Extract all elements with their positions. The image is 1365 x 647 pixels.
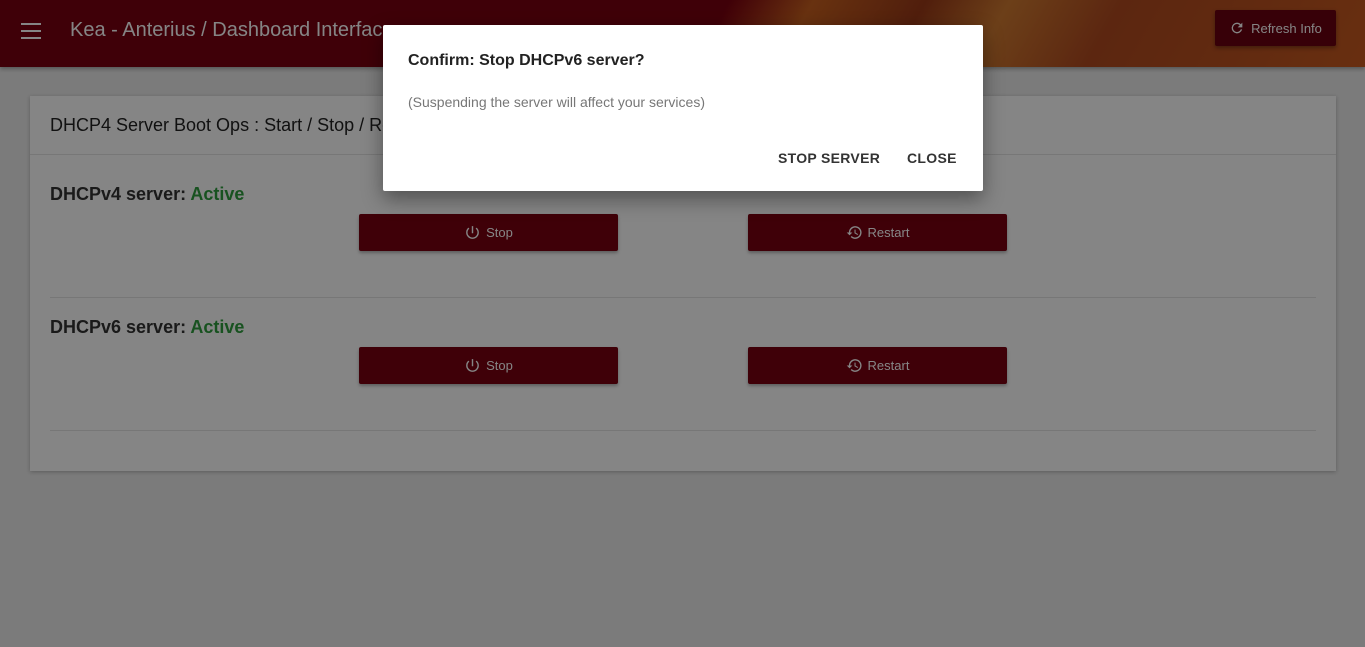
confirm-dialog: Confirm: Stop DHCPv6 server? (Suspending…: [383, 25, 983, 191]
close-button[interactable]: CLOSE: [907, 150, 957, 166]
dialog-message: (Suspending the server will affect your …: [408, 94, 705, 110]
stop-server-button[interactable]: STOP SERVER: [778, 150, 880, 166]
dialog-title: Confirm: Stop DHCPv6 server?: [408, 52, 645, 69]
